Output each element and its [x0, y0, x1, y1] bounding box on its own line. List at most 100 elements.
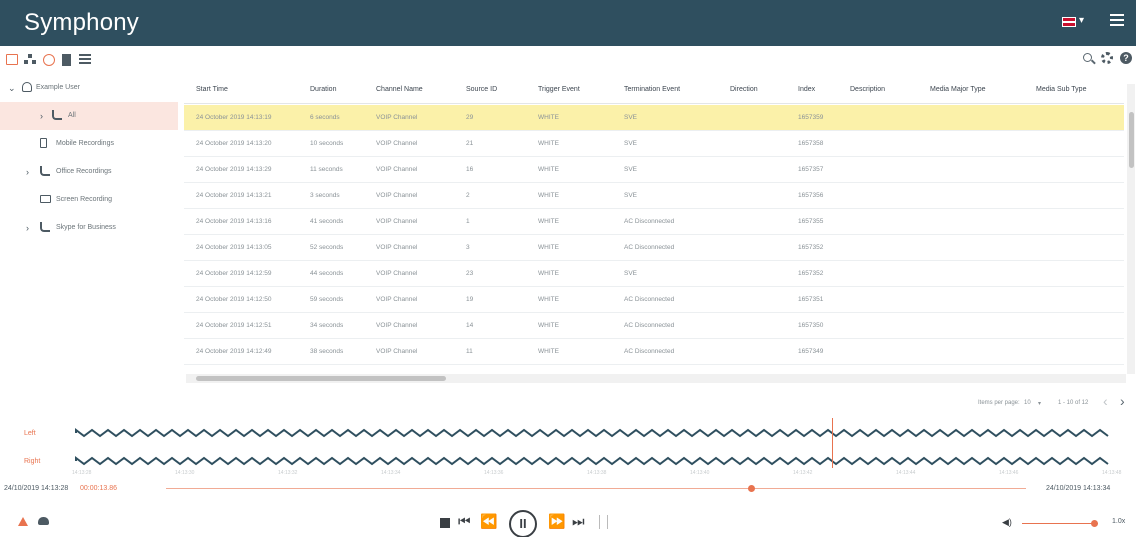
tree-item-all[interactable]: › All: [0, 102, 178, 130]
language-flag-icon[interactable]: [1062, 17, 1076, 27]
playback-speed[interactable]: 1.0x: [1112, 518, 1125, 525]
table-cell: WHITE: [538, 114, 559, 121]
table-cell: VOIP Channel: [376, 296, 418, 303]
gear-icon[interactable]: [1101, 52, 1113, 64]
seek-bar[interactable]: [166, 488, 1026, 489]
table-cell: VOIP Channel: [376, 218, 418, 225]
table-cell: VOIP Channel: [376, 140, 418, 147]
table-cell: WHITE: [538, 192, 559, 199]
player-controls: ⏮ ⏪ II ⏩ ⏭ ◀) 1.0x: [0, 505, 1136, 537]
waveform-tick-label: 14:13:30: [175, 470, 195, 476]
sync-icon[interactable]: [43, 54, 55, 66]
table-cell: 24 October 2019 14:13:16: [196, 218, 272, 225]
recordings-grid: Start Time Duration Channel Name Source …: [184, 74, 1136, 410]
items-per-page-select[interactable]: 10: [1024, 400, 1031, 406]
table-cell: 34 seconds: [310, 322, 344, 329]
playhead-line[interactable]: [832, 418, 833, 468]
tree-item-office-recordings[interactable]: › Office Recordings: [0, 158, 178, 186]
column-header[interactable]: Media Sub Type: [1036, 86, 1086, 93]
tree-item-skype-for-business[interactable]: › Skype for Business: [0, 214, 178, 242]
chevron-right-icon[interactable]: ›: [26, 223, 29, 233]
table-row[interactable]: 24 October 2019 14:13:20 10 seconds VOIP C…: [184, 131, 1124, 157]
rewind-button[interactable]: ⏪: [480, 513, 497, 529]
current-time: 00:00:13.86: [80, 485, 117, 492]
folder-icon[interactable]: [6, 54, 18, 65]
list-icon[interactable]: [79, 54, 91, 65]
waveform-tick-label: 14:13:34: [381, 470, 401, 476]
table-row[interactable]: 24 October 2019 14:12:50 59 seconds VOIP C…: [184, 287, 1124, 313]
tree-item-mobile-recordings[interactable]: Mobile Recordings: [0, 130, 178, 158]
items-per-page-dropdown-icon[interactable]: ▾: [1038, 400, 1041, 407]
chevron-right-icon[interactable]: ›: [26, 167, 29, 177]
search-icon[interactable]: [1083, 53, 1092, 62]
table-row[interactable]: 24 October 2019 14:12:59 44 seconds VOIP C…: [184, 261, 1124, 287]
table-cell: 2: [466, 192, 470, 199]
table-row[interactable]: 24 October 2019 14:13:19 6 seconds VOIP Ch…: [184, 105, 1124, 131]
horizontal-scrollbar-thumb[interactable]: [196, 376, 446, 381]
table-cell: 1657357: [798, 166, 824, 173]
chevron-down-icon[interactable]: ⌄: [8, 83, 16, 94]
stop-button[interactable]: [440, 518, 450, 528]
recordings-tree: ⌄ Example User › All Mobile Recordings ›…: [0, 74, 178, 410]
next-page-icon[interactable]: ›: [1120, 393, 1125, 409]
app-title: Symphony: [24, 9, 139, 36]
column-header[interactable]: Direction: [730, 86, 758, 93]
user-icon: [22, 82, 32, 92]
table-cell: WHITE: [538, 322, 559, 329]
vertical-scrollbar-thumb[interactable]: [1129, 112, 1134, 168]
org-chart-icon[interactable]: [24, 54, 36, 65]
equalizer-icon[interactable]: [599, 515, 608, 529]
chevron-right-icon[interactable]: ›: [40, 111, 43, 121]
document-icon[interactable]: [62, 54, 71, 66]
column-header[interactable]: Channel Name: [376, 86, 423, 93]
skip-forward-button[interactable]: ⏭: [572, 513, 585, 529]
column-header[interactable]: Trigger Event: [538, 86, 580, 93]
waveform-left-channel: [75, 428, 1109, 438]
table-cell: VOIP Channel: [376, 270, 418, 277]
fast-forward-button[interactable]: ⏩: [548, 513, 565, 529]
volume-handle[interactable]: [1091, 520, 1099, 527]
cloud-download-icon[interactable]: [38, 517, 49, 525]
waveform-svg: [75, 428, 1109, 466]
table-row[interactable]: 24 October 2019 14:12:51 34 seconds VOIP C…: [184, 313, 1124, 339]
waveform-panel[interactable]: Left Right: [0, 418, 1136, 478]
column-header[interactable]: Media Major Type: [930, 86, 986, 93]
tree-item-screen-recording[interactable]: Screen Recording: [0, 186, 178, 214]
alert-icon[interactable]: [18, 517, 28, 526]
seek-handle[interactable]: [747, 485, 755, 492]
volume-slider[interactable]: [1022, 523, 1098, 524]
mobile-icon: [40, 138, 47, 148]
pause-button[interactable]: II: [509, 510, 537, 537]
table-cell: 16: [466, 166, 474, 173]
help-icon[interactable]: ?: [1120, 52, 1132, 64]
table-cell: AC Disconnected: [624, 244, 675, 251]
tree-item-label: Screen Recording: [56, 196, 113, 203]
table-cell: 24 October 2019 14:13:05: [196, 244, 272, 251]
column-header[interactable]: Termination Event: [624, 86, 680, 93]
table-row[interactable]: 24 October 2019 14:13:05 52 seconds VOIP C…: [184, 235, 1124, 261]
language-dropdown-icon[interactable]: ▾: [1079, 15, 1084, 26]
table-cell: WHITE: [538, 244, 559, 251]
tree-item-example-user[interactable]: ⌄ Example User: [0, 74, 178, 102]
column-header[interactable]: Index: [798, 86, 815, 93]
table-row[interactable]: 24 October 2019 14:12:49 38 seconds VOIP C…: [184, 339, 1124, 365]
table-row[interactable]: 24 October 2019 14:13:16 41 seconds VOIP C…: [184, 209, 1124, 235]
table-cell: WHITE: [538, 140, 559, 147]
column-header[interactable]: Duration: [310, 86, 336, 93]
table-cell: 52 seconds: [310, 244, 344, 251]
items-per-page-label: Items per page:: [978, 400, 1020, 406]
column-header[interactable]: Start Time: [196, 86, 228, 93]
table-cell: AC Disconnected: [624, 218, 675, 225]
table-row[interactable]: 24 October 2019 14:13:29 11 seconds VOIP C…: [184, 157, 1124, 183]
table-cell: 44 seconds: [310, 270, 344, 277]
column-header[interactable]: Source ID: [466, 86, 497, 93]
skip-back-button[interactable]: ⏮: [458, 513, 471, 529]
tree-item-label: All: [68, 112, 76, 119]
prev-page-icon[interactable]: ‹: [1103, 393, 1108, 409]
table-row[interactable]: 24 October 2019 14:13:21 3 seconds VOIP Ch…: [184, 183, 1124, 209]
tree-item-label: Skype for Business: [56, 224, 116, 231]
volume-icon[interactable]: ◀): [1002, 517, 1012, 528]
table-cell: SVE: [624, 166, 638, 173]
hamburger-menu-icon[interactable]: [1110, 14, 1124, 26]
column-header[interactable]: Description: [850, 86, 885, 93]
